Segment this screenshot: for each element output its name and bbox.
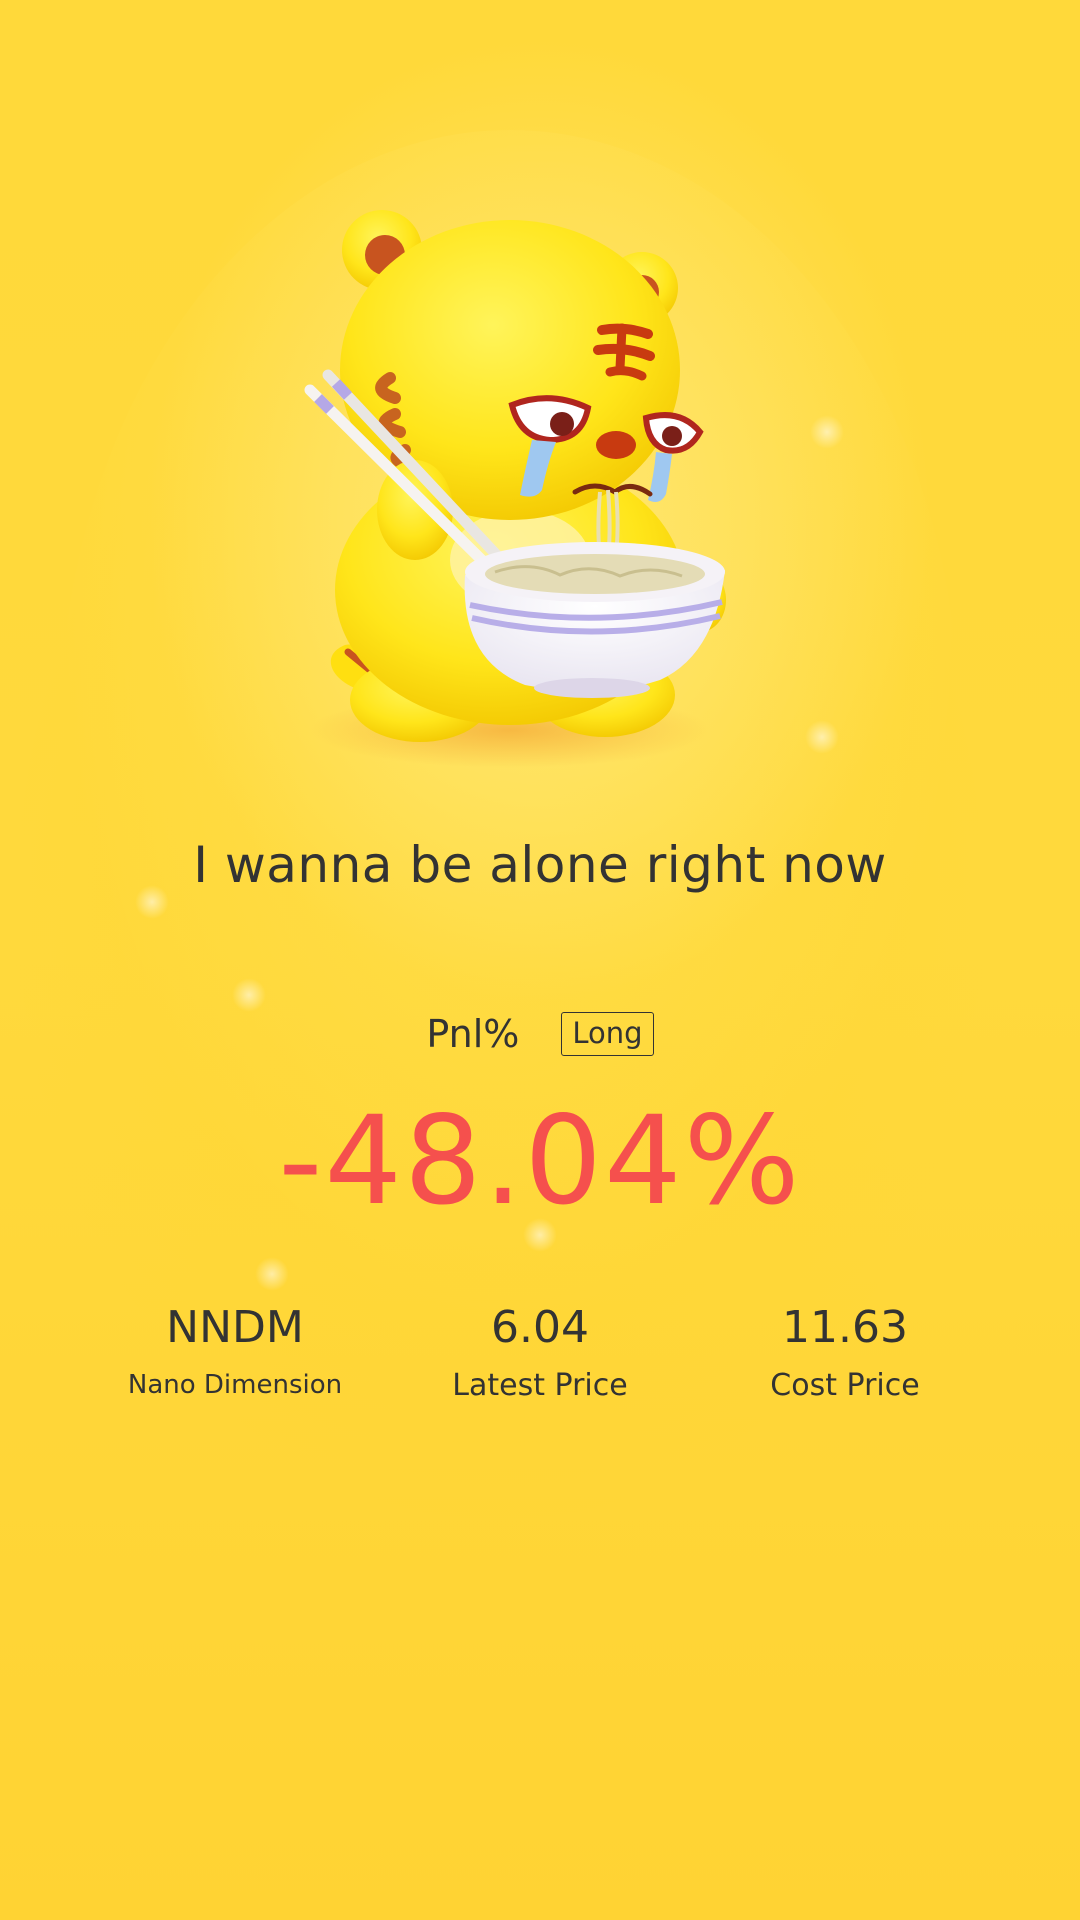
pnl-label: Pnl% bbox=[426, 1012, 520, 1056]
crying-tiger-illustration bbox=[270, 200, 750, 770]
stock-symbol-stat: NNDM Nano Dimension bbox=[85, 1300, 385, 1400]
stock-name: Nano Dimension bbox=[127, 1370, 343, 1400]
latest-price-label: Latest Price bbox=[452, 1368, 628, 1403]
cost-price-value: 11.63 bbox=[782, 1302, 908, 1353]
latest-price-stat: 6.04 Latest Price bbox=[390, 1300, 690, 1403]
pnl-percentage-value: -48.04% bbox=[278, 1090, 802, 1232]
stock-symbol: NNDM bbox=[166, 1302, 304, 1353]
mood-headline: I wanna be alone right now bbox=[193, 836, 887, 894]
cost-price-stat: 11.63 Cost Price bbox=[695, 1300, 995, 1403]
latest-price-value: 6.04 bbox=[491, 1302, 589, 1353]
cost-price-label: Cost Price bbox=[770, 1368, 920, 1403]
pnl-header: Pnl% Long bbox=[0, 1012, 1080, 1056]
sparkle-decoration bbox=[255, 1257, 289, 1291]
sparkle-decoration bbox=[805, 720, 839, 754]
position-stats: NNDM Nano Dimension 6.04 Latest Price 11… bbox=[0, 1300, 1080, 1430]
sparkle-decoration bbox=[232, 978, 266, 1012]
sparkle-decoration bbox=[810, 415, 844, 449]
position-direction-badge: Long bbox=[561, 1012, 654, 1056]
